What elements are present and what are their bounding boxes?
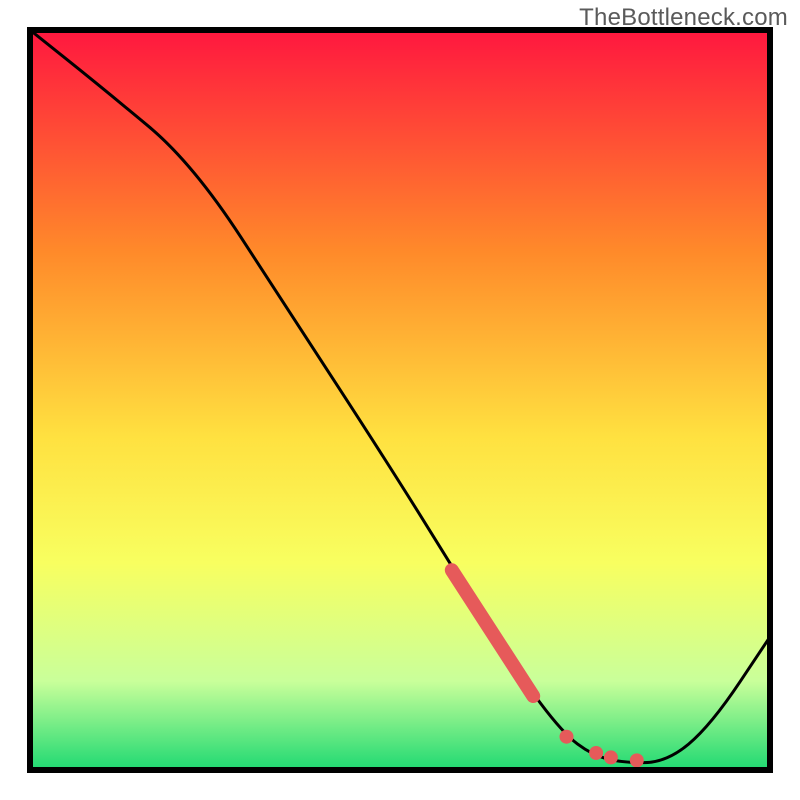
highlight-dot (560, 730, 574, 744)
watermark-text: TheBottleneck.com (579, 4, 788, 32)
highlight-dot (630, 753, 644, 767)
bottleneck-chart (0, 0, 800, 800)
chart-frame: TheBottleneck.com (0, 0, 800, 800)
gradient-background (30, 30, 770, 770)
highlight-dot (604, 750, 618, 764)
highlight-dot (589, 746, 603, 760)
